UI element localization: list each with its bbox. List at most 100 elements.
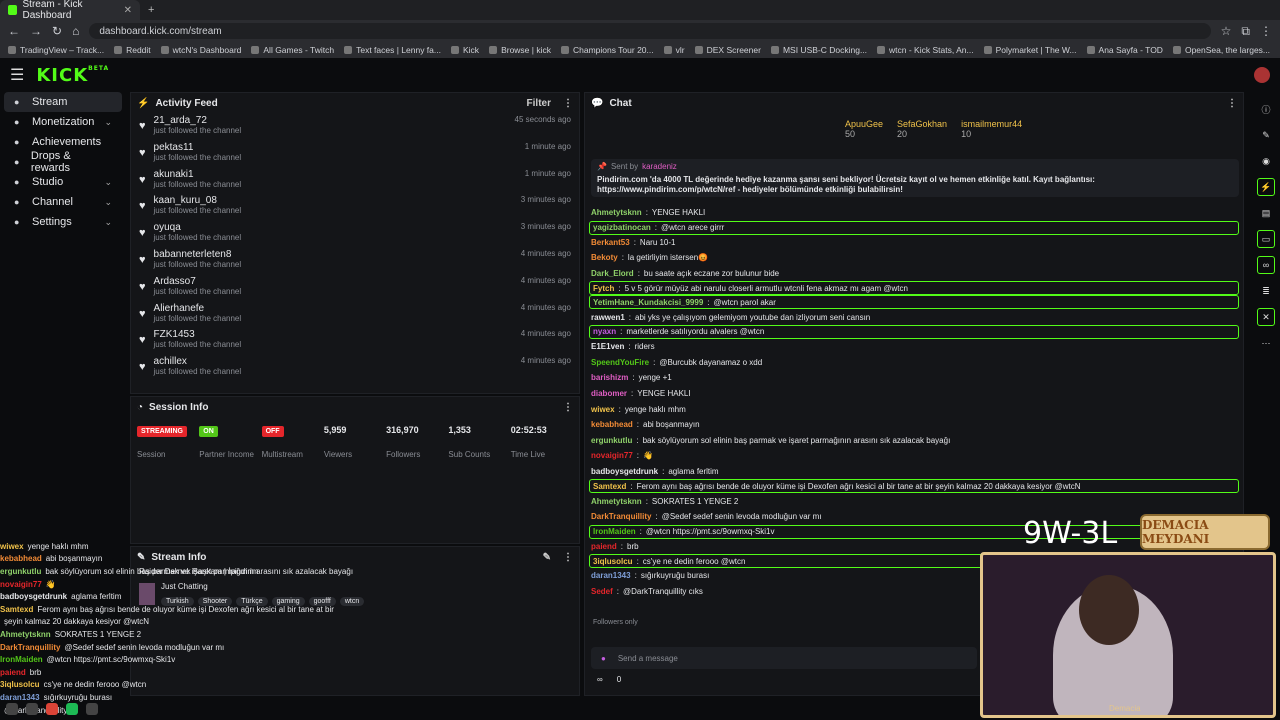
- chat-username[interactable]: kebabhead: [591, 420, 633, 429]
- extensions-icon[interactable]: ⧉: [1241, 24, 1250, 39]
- info-icon[interactable]: ⓘ: [1257, 100, 1275, 118]
- stat-label: Partner Income: [199, 450, 254, 459]
- activity-user[interactable]: Ardasso7: [154, 276, 242, 287]
- sidebar-item-achievements[interactable]: ● Achievements: [4, 132, 122, 152]
- close-tab-icon[interactable]: ✕: [124, 5, 132, 16]
- document-icon[interactable]: ▤: [1257, 204, 1275, 222]
- heart-icon: ♥: [139, 173, 146, 186]
- chat-username[interactable]: Sedef: [591, 587, 613, 596]
- chat-username[interactable]: E1E1ven: [591, 342, 624, 351]
- activity-user[interactable]: FZK1453: [154, 329, 242, 340]
- chat-username[interactable]: Berkant53: [591, 238, 630, 247]
- infinity-icon[interactable]: ∞: [597, 675, 603, 684]
- pencil-icon[interactable]: ✎: [1257, 126, 1275, 144]
- new-tab-button[interactable]: +: [148, 4, 154, 16]
- activity-user[interactable]: babanneterleten8: [154, 249, 242, 260]
- hamburger-icon[interactable]: ☰: [10, 65, 24, 85]
- bookmark-item[interactable]: wtcN's Dashboard: [160, 45, 241, 55]
- link-icon[interactable]: ∞: [1257, 256, 1275, 274]
- chat-username[interactable]: Ahmetytsknn: [591, 497, 642, 506]
- bookmark-item[interactable]: Reddit: [114, 45, 151, 55]
- chat-input[interactable]: ● Send a message: [591, 647, 977, 669]
- sidebar-item-monetization[interactable]: ● Monetization ⌄: [4, 112, 122, 132]
- bookmark-item[interactable]: Ana Sayfa - TOD: [1086, 45, 1163, 55]
- activity-user[interactable]: Alierhanefe: [154, 303, 242, 314]
- chat-username[interactable]: 3iqlusolcu: [593, 557, 633, 566]
- sidebar-item-stream[interactable]: ● Stream: [4, 92, 122, 112]
- stat-value: ON: [199, 425, 261, 439]
- browser-tab[interactable]: Stream - Kick Dashboard ✕: [0, 0, 140, 21]
- chat-username[interactable]: badboysgetdrunk: [591, 467, 658, 476]
- menu-icon[interactable]: ⋮: [1260, 24, 1272, 38]
- stack-icon[interactable]: ≣: [1257, 282, 1275, 300]
- chat-username[interactable]: daran1343: [591, 571, 631, 580]
- kebab-icon[interactable]: ⋮: [563, 552, 573, 563]
- lightning-tool-icon[interactable]: ⚡: [1257, 178, 1275, 196]
- chat-username[interactable]: IronMaiden: [593, 527, 636, 536]
- chat-username[interactable]: rawwen1: [591, 313, 625, 322]
- url-input[interactable]: dashboard.kick.com/stream: [89, 23, 1211, 39]
- chat-username[interactable]: novaigin77: [591, 451, 633, 460]
- reload-icon[interactable]: ↻: [52, 24, 62, 38]
- chat-username[interactable]: Bekoty: [591, 253, 618, 262]
- bookmark-item[interactable]: MSI USB-C Docking...: [770, 45, 867, 55]
- windows-icon[interactable]: [6, 703, 18, 715]
- steam-icon[interactable]: [86, 703, 98, 715]
- kebab-icon[interactable]: ⋮: [563, 402, 573, 413]
- edit-icon[interactable]: ✎: [543, 552, 551, 563]
- star-icon[interactable]: ☆: [1221, 24, 1232, 38]
- chat-username[interactable]: Ahmetytsknn: [591, 208, 642, 217]
- activity-user[interactable]: 21_arda_72: [154, 115, 242, 126]
- bookmark-item[interactable]: Text faces | Lenny fa...: [344, 45, 441, 55]
- chat-username[interactable]: Dark_Elord: [591, 269, 634, 278]
- chat-username[interactable]: nyaxn: [593, 327, 616, 336]
- sidebar-item-studio[interactable]: ● Studio ⌄: [4, 172, 122, 192]
- chat-username[interactable]: Samtexd: [593, 482, 626, 491]
- forward-icon[interactable]: →: [30, 24, 42, 38]
- bookmark-item[interactable]: Browse | kick: [489, 45, 551, 55]
- chat-username[interactable]: Fytch: [593, 284, 614, 293]
- home-icon[interactable]: ⌂: [72, 24, 79, 38]
- chat-username[interactable]: wiwex: [591, 405, 615, 414]
- chat-tool-icon[interactable]: ▭: [1257, 230, 1275, 248]
- avatar[interactable]: [1254, 67, 1270, 83]
- chat-username[interactable]: barishizm: [591, 373, 628, 382]
- bookmark-item[interactable]: DEX Screener: [694, 45, 761, 55]
- bookmark-item[interactable]: All Games - Twitch: [251, 45, 334, 55]
- kebab-icon[interactable]: ⋮: [563, 98, 573, 109]
- chat-username[interactable]: ergunkutlu: [591, 436, 632, 445]
- activity-user[interactable]: pektas11: [154, 142, 242, 153]
- chat-username[interactable]: DarkTranquillity: [591, 512, 651, 521]
- activity-user[interactable]: kaan_kuru_08: [154, 195, 242, 206]
- bookmark-item[interactable]: Polymarket | The W...: [983, 45, 1077, 55]
- bookmark-item[interactable]: wtcn - Kick Stats, An...: [877, 45, 974, 55]
- bookmark-item[interactable]: OpenSea, the larges...: [1172, 45, 1270, 55]
- bookmark-item[interactable]: TradingView – Track...: [8, 45, 104, 55]
- activity-user[interactable]: oyuqa: [154, 222, 242, 233]
- explorer-icon[interactable]: [26, 703, 38, 715]
- wrench-icon[interactable]: ✕: [1257, 308, 1275, 326]
- bookmark-item[interactable]: Kick: [451, 45, 479, 55]
- kick-logo[interactable]: KICKBETA: [36, 65, 109, 86]
- leaderboard-entry: ismailmemur44 10: [961, 119, 1022, 139]
- sidebar-item-settings[interactable]: ● Settings ⌄: [4, 212, 122, 232]
- chat-username[interactable]: yagizbatinocan: [593, 223, 651, 232]
- activity-user[interactable]: akunaki1: [154, 169, 242, 180]
- chat-username[interactable]: paiend: [591, 542, 617, 551]
- chat-username[interactable]: YetimHane_Kundakcisi_9999: [593, 298, 703, 307]
- spotify-icon[interactable]: [66, 703, 78, 715]
- sidebar-item-drops-rewards[interactable]: ● Drops & rewards: [4, 150, 122, 174]
- bookmark-item[interactable]: vlr: [663, 45, 685, 55]
- chat-username[interactable]: diabomer: [591, 389, 627, 398]
- bookmark-item[interactable]: Champions Tour 20...: [560, 45, 654, 55]
- chrome-icon[interactable]: [46, 703, 58, 715]
- filter-button[interactable]: Filter: [527, 98, 551, 109]
- kebab-icon[interactable]: ⋮: [1227, 98, 1237, 109]
- back-icon[interactable]: ←: [8, 24, 20, 38]
- activity-user[interactable]: achillex: [154, 356, 242, 367]
- mic-icon[interactable]: ●: [601, 654, 606, 663]
- sidebar-item-channel[interactable]: ● Channel ⌄: [4, 192, 122, 212]
- share-icon[interactable]: ⋯: [1257, 334, 1275, 352]
- chat-username[interactable]: SpeendYouFire: [591, 358, 649, 367]
- camera-icon[interactable]: ◉: [1257, 152, 1275, 170]
